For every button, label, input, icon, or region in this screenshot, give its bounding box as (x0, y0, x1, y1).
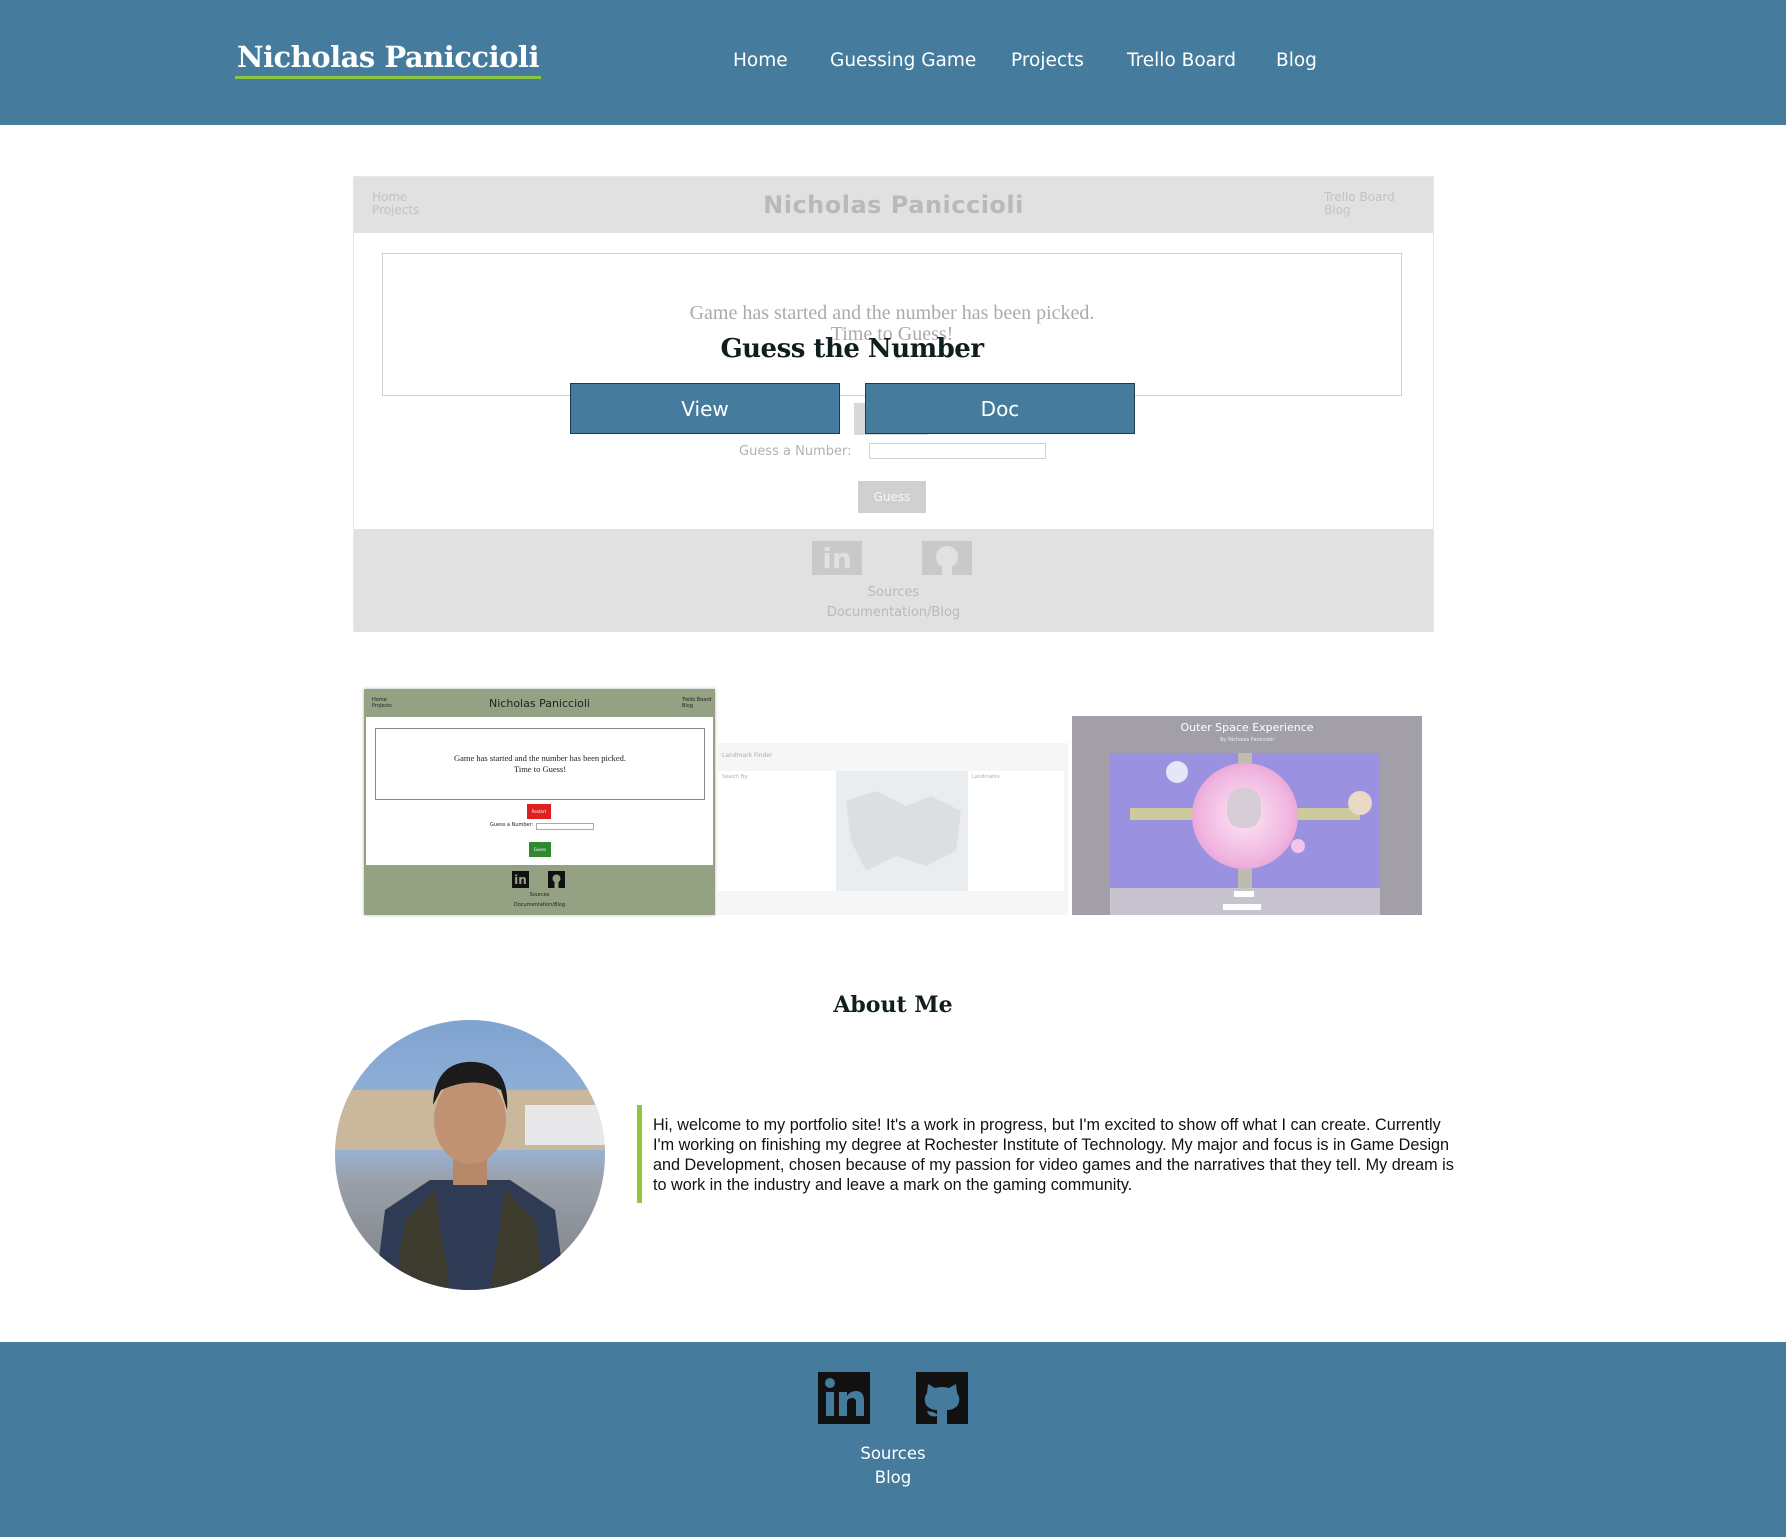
linkedin-icon: in (812, 541, 862, 575)
doc-button[interactable]: Doc (865, 383, 1135, 434)
thumb-controls (1110, 888, 1380, 915)
thumbnail-landmark-finder[interactable]: Landmark Finder Search By: Landmarks (718, 743, 1068, 915)
preview-guess-label: Guess a Number: (739, 444, 852, 459)
planet-graphic (1348, 791, 1372, 815)
preview-title: Nicholas Paniccioli (763, 191, 1024, 219)
linkedin-icon: in (512, 871, 529, 888)
moon-graphic (1166, 761, 1188, 783)
astronaut-graphic (1227, 788, 1261, 828)
thumb-subtitle: By Nicholas Paniccioli (1220, 737, 1274, 743)
preview-footer: in Sources Documentation/Blog (354, 529, 1433, 632)
thumb-guess-button: Guess (529, 842, 551, 857)
github-icon (922, 541, 972, 575)
preview-header: Home Projects Nicholas Paniccioli Trello… (354, 177, 1433, 233)
thumbnail-outer-space-experience[interactable]: Outer Space Experience By Nicholas Panic… (1072, 716, 1422, 915)
thumb-header: Home Projects Nicholas Paniccioli Trello… (366, 691, 713, 717)
site-brand[interactable]: Nicholas Paniccioli (235, 40, 541, 79)
preview-sources-link: Sources (867, 585, 920, 600)
space-scene (1110, 753, 1380, 888)
preview-guess-input (869, 443, 1046, 459)
nav-blog[interactable]: Blog (1276, 50, 1317, 71)
thumb-title: Nicholas Paniccioli (489, 697, 590, 710)
thumb-guess-label: Guess a Number: (490, 822, 534, 828)
preview-nav-right: Trello Board Blog (1324, 190, 1395, 217)
nav-projects[interactable]: Projects (1011, 50, 1084, 71)
preview-message-box: Game has started and the number has been… (382, 253, 1402, 396)
github-icon[interactable] (916, 1372, 968, 1424)
preview-docs-link: Documentation/Blog (826, 605, 961, 620)
thumb-title: Landmark Finder (722, 752, 773, 759)
nav-trello-board[interactable]: Trello Board (1127, 50, 1236, 71)
thumb-guess-input (536, 823, 594, 830)
thumb-results-panel: Landmarks (968, 771, 1064, 891)
nav-guessing-game[interactable]: Guessing Game (830, 50, 976, 71)
site-footer: Sources Blog (0, 1342, 1786, 1537)
thumb-message-box: Game has started and the number has been… (375, 728, 705, 800)
avatar (335, 1020, 605, 1290)
linkedin-icon[interactable] (818, 1372, 870, 1424)
site-header: Nicholas Paniccioli Home Guessing Game P… (0, 0, 1786, 125)
small-planet-graphic (1291, 839, 1305, 853)
footer-blog-link[interactable]: Blog (0, 1468, 1786, 1487)
thumbnail-guess-the-number[interactable]: Home Projects Nicholas Paniccioli Trello… (364, 689, 715, 915)
preview-guess-button: Guess (858, 481, 926, 513)
thumb-search-panel: Search By: (718, 771, 836, 891)
about-title: About Me (833, 992, 953, 1018)
github-icon (548, 871, 565, 888)
about-text: Hi, welcome to my portfolio site! It's a… (637, 1105, 1457, 1203)
thumb-footer: in Sources Documentation/Blog (366, 865, 713, 913)
thumb-map (836, 771, 971, 891)
view-button[interactable]: View (570, 383, 840, 434)
nav-home[interactable]: Home (733, 50, 788, 71)
footer-sources-link[interactable]: Sources (0, 1444, 1786, 1463)
thumb-restart-button: Restart (527, 804, 551, 819)
thumb-title: Outer Space Experience (1180, 721, 1314, 734)
project-title: Guess the Number (720, 334, 984, 364)
